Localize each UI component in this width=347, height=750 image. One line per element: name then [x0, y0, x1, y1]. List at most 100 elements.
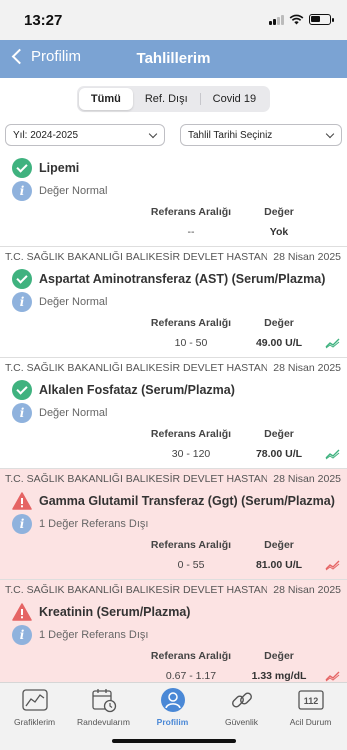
info-icon: i [12, 403, 32, 423]
calendar-clock-icon [91, 687, 117, 713]
emergency-112-icon: 112 [297, 687, 324, 713]
tab-label: Randevularım [77, 717, 130, 727]
reference-range-label: Referans Aralığı [150, 317, 232, 329]
result-date: 28 Nisan 2025 [273, 584, 341, 596]
status-icons [269, 14, 334, 25]
result-card-header: T.C. SAĞLIK BAKANLIĞI BALIKESİR DEVLET H… [0, 469, 347, 489]
reference-range-label: Referans Aralığı [150, 206, 232, 218]
result-card[interactable]: T.C. SAĞLIK BAKANLIĞI BALIKESİR DEVLET H… [0, 247, 347, 358]
trend-chart-icon[interactable] [325, 559, 341, 571]
test-title-row: Lipemi [0, 156, 347, 180]
chevron-down-icon [148, 129, 158, 138]
result-card-out-of-range[interactable]: T.C. SAĞLIK BAKANLIĞI BALIKESİR DEVLET H… [0, 469, 347, 580]
hospital-name: T.C. SAĞLIK BAKANLIĞI BALIKESİR DEVLET H… [5, 251, 267, 263]
table-header: Referans Aralığı Değer [0, 535, 347, 555]
segment-all[interactable]: Tümü [78, 88, 133, 110]
test-name: Kreatinin (Serum/Plazma) [39, 605, 191, 619]
test-title-row: Aspartat Aminotransferaz (AST) (Serum/Pl… [0, 267, 347, 291]
tab-acil-durum[interactable]: 112 Acil Durum [276, 687, 345, 727]
test-title-row: Gamma Glutamil Transferaz (Ggt) (Serum/P… [0, 489, 347, 513]
table-values: 0 - 55 81.00 U/L [0, 555, 347, 579]
segment-out-of-range[interactable]: Ref. Dışı [133, 88, 200, 110]
test-title-row: Kreatinin (Serum/Plazma) [0, 600, 347, 624]
result-value: 1.33 mg/dL [251, 670, 307, 682]
filter-segmented-control: Tümü Ref. Dışı Covid 19 [76, 86, 271, 112]
link-icon [229, 687, 255, 713]
warning-icon [12, 603, 32, 621]
info-text: Değer Normal [39, 185, 108, 197]
segment-covid[interactable]: Covid 19 [201, 88, 268, 110]
date-dropdown-value: Tahlil Tarihi Seçiniz [188, 129, 273, 141]
chevron-down-icon [325, 129, 335, 138]
tab-randevularim[interactable]: Randevularım [69, 687, 138, 727]
table-header: Referans Aralığı Değer [0, 424, 347, 444]
tab-guvenlik[interactable]: Güvenlik [207, 687, 276, 727]
tab-label: Profilim [156, 717, 189, 727]
info-text: 1 Değer Referans Dışı [39, 518, 149, 530]
tab-label: Grafiklerim [13, 717, 56, 727]
info-icon: i [12, 181, 32, 201]
info-icon: i [12, 292, 32, 312]
cellular-signal-icon [269, 14, 284, 25]
year-dropdown-value: Yıl: 2024-2025 [13, 129, 79, 141]
value-label: Değer [264, 539, 294, 551]
nav-bar: Profilim Tahlillerim [0, 40, 347, 78]
test-title-row: Alkalen Fosfataz (Serum/Plazma) [0, 378, 347, 402]
hospital-name: T.C. SAĞLIK BAKANLIĞI BALIKESİR DEVLET H… [5, 362, 267, 374]
tab-label: Güvenlik [224, 717, 259, 727]
result-card-header: T.C. SAĞLIK BAKANLIĞI BALIKESİR DEVLET H… [0, 580, 347, 600]
test-name: Lipemi [39, 161, 80, 175]
info-row: i Değer Normal [0, 402, 347, 424]
info-row: i Değer Normal [0, 180, 347, 202]
battery-icon [309, 14, 334, 25]
reference-range-value: 30 - 120 [171, 448, 211, 460]
value-label: Değer [264, 317, 294, 329]
result-card-header: T.C. SAĞLIK BAKANLIĞI BALIKESİR DEVLET H… [0, 358, 347, 378]
info-icon: i [12, 514, 32, 534]
info-text: 1 Değer Referans Dışı [39, 629, 149, 641]
reference-range-value: 0 - 55 [177, 559, 205, 571]
warning-icon [12, 492, 32, 510]
info-row: i Değer Normal [0, 291, 347, 313]
test-name: Aspartat Aminotransferaz (AST) (Serum/Pl… [39, 272, 326, 286]
profile-icon [160, 687, 186, 713]
info-row: i 1 Değer Referans Dışı [0, 513, 347, 535]
trend-chart-icon[interactable] [325, 337, 341, 349]
info-text: Değer Normal [39, 407, 108, 419]
emergency-badge-text: 112 [303, 696, 318, 706]
table-header: Referans Aralığı Değer [0, 202, 347, 222]
result-value: 81.00 U/L [255, 559, 303, 571]
table-values: 30 - 120 78.00 U/L [0, 444, 347, 468]
trend-chart-icon[interactable] [325, 448, 341, 460]
hospital-name: T.C. SAĞLIK BAKANLIĞI BALIKESİR DEVLET H… [5, 584, 267, 596]
trend-chart-icon[interactable] [325, 670, 341, 682]
info-icon: i [12, 625, 32, 645]
reference-range-value: 0.67 - 1.17 [165, 670, 217, 682]
hospital-name: T.C. SAĞLIK BAKANLIĞI BALIKESİR DEVLET H… [5, 473, 267, 485]
status-time: 13:27 [24, 12, 63, 29]
year-dropdown[interactable]: Yıl: 2024-2025 [5, 124, 165, 146]
result-card[interactable]: T.C. SAĞLIK BAKANLIĞI BALIKESİR DEVLET H… [0, 358, 347, 469]
status-bar: 13:27 [0, 0, 347, 40]
table-values: 0.67 - 1.17 1.33 mg/dL [0, 666, 347, 682]
check-icon [12, 380, 32, 400]
info-text: Değer Normal [39, 296, 108, 308]
back-button-label: Profilim [31, 48, 82, 65]
back-button[interactable]: Profilim [8, 48, 81, 65]
check-icon [12, 269, 32, 289]
results-list[interactable]: Lipemi i Değer Normal Referans Aralığı D… [0, 146, 347, 682]
info-row: i 1 Değer Referans Dışı [0, 624, 347, 646]
date-dropdown[interactable]: Tahlil Tarihi Seçiniz [180, 124, 342, 146]
result-card-out-of-range[interactable]: T.C. SAĞLIK BAKANLIĞI BALIKESİR DEVLET H… [0, 580, 347, 682]
value-label: Değer [264, 650, 294, 662]
tab-grafiklerim[interactable]: Grafiklerim [0, 687, 69, 727]
reference-range-label: Referans Aralığı [150, 539, 232, 551]
result-card[interactable]: Lipemi i Değer Normal Referans Aralığı D… [0, 146, 347, 247]
wifi-icon [289, 14, 304, 25]
reference-range-value: -- [187, 226, 195, 238]
result-value: 78.00 U/L [255, 448, 303, 460]
result-date: 28 Nisan 2025 [273, 362, 341, 374]
result-value: 49.00 U/L [255, 337, 303, 349]
table-header: Referans Aralığı Değer [0, 646, 347, 666]
tab-profilim[interactable]: Profilim [138, 687, 207, 727]
